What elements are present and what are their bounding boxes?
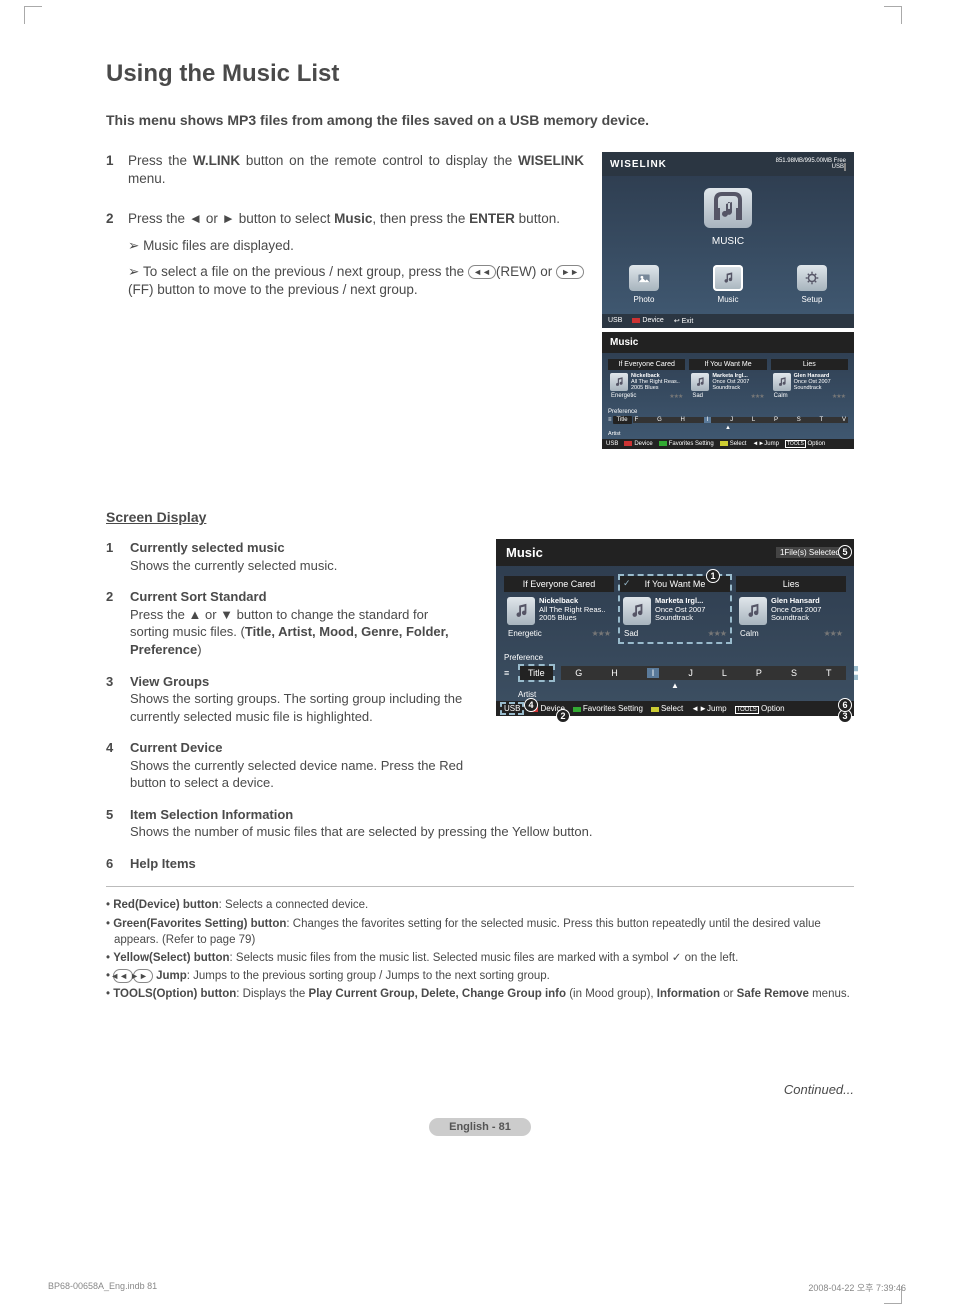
callout-2: 2: [556, 709, 570, 723]
green-swatch-icon: [573, 707, 581, 712]
letter-bar[interactable]: GHIJLPST: [561, 666, 846, 680]
music-title: Music: [602, 332, 854, 353]
device-chip: USB: [502, 704, 522, 713]
note-icon: [610, 373, 628, 391]
usb-bar-icon: [844, 163, 846, 171]
note-icon: [507, 597, 535, 625]
star-icon: ★★★: [751, 393, 764, 400]
note-icon: [739, 597, 767, 625]
foot-usb: USB: [606, 441, 618, 447]
red-swatch-icon: [624, 441, 632, 446]
help-items-box: • Red(Device) button: Selects a connecte…: [106, 886, 854, 1002]
manual-page: Using the Music List This menu shows MP3…: [0, 0, 954, 1310]
star-icon: ★★★: [669, 393, 682, 400]
page-number-pill: English - 81: [429, 1118, 531, 1136]
rew-icon: ◄◄: [468, 265, 496, 279]
note-icon: [773, 373, 791, 391]
cat-setup[interactable]: Setup: [797, 265, 827, 304]
yellow-swatch-icon: [720, 441, 728, 446]
page-subtitle: This menu shows MP3 files from among the…: [106, 112, 854, 128]
yellow-swatch-icon: [651, 707, 659, 712]
track-card[interactable]: If You Want Me Marketa Irgl...Once Ost 2…: [689, 359, 766, 403]
track-card-selected[interactable]: ✓If You Want MeMarketa Irgl...Once Ost 2…: [620, 576, 730, 642]
cat-photo[interactable]: Photo: [629, 265, 659, 304]
list-icon: ≡: [504, 668, 516, 678]
music-icon: [713, 265, 743, 291]
sort-chip[interactable]: Title: [520, 666, 553, 680]
letter-bar[interactable]: FGHIJLPSTV: [633, 417, 848, 423]
sort-chip[interactable]: Title: [613, 416, 632, 424]
page-title: Using the Music List: [106, 60, 854, 88]
continued-text: Continued...: [106, 1082, 854, 1097]
screen-display-heading: Screen Display: [106, 509, 854, 525]
track-card[interactable]: Lies Glen HansardOnce Ost 2007 Soundtrac…: [771, 359, 848, 403]
note-icon: [623, 597, 651, 625]
check-icon: ✓: [623, 578, 631, 589]
up-arrow-icon: ▲: [496, 682, 854, 690]
track-card[interactable]: If Everyone Cared NickelbackAll The Righ…: [608, 359, 685, 403]
red-swatch-icon: [632, 318, 640, 323]
music-panel-small: Music If Everyone Cared NickelbackAll Th…: [602, 332, 854, 449]
print-footer: BP68-00658A_Eng.indb 81 2008-04-22 오후 7:…: [48, 1281, 906, 1294]
step-2: 2 Press the ◄ or ► button to select Musi…: [106, 210, 584, 299]
music-title: Music: [506, 545, 543, 560]
foot-usb: USB: [608, 317, 622, 325]
crop-mark: [884, 6, 902, 24]
ff-icon: ►►: [556, 265, 584, 279]
wiselink-big-label: MUSIC: [602, 236, 854, 247]
crop-mark: [24, 6, 42, 24]
photo-icon: [629, 265, 659, 291]
cat-music[interactable]: Music: [713, 265, 743, 304]
music-panel-annotated: Music1File(s) Selected If Everyone Cared…: [496, 539, 854, 716]
step-1: 1 Press the W.LINK button on the remote …: [106, 152, 584, 188]
note-icon: [691, 373, 709, 391]
selection-count: 1File(s) Selected: [776, 547, 844, 558]
green-swatch-icon: [659, 441, 667, 446]
music-large-icon: [704, 188, 752, 228]
ff-icon: ►►: [133, 969, 153, 983]
star-icon: ★★★: [832, 393, 845, 400]
wiselink-panel: WISELINK 851.98MB/995.00MB Free USB: [602, 152, 854, 328]
gear-icon: [797, 265, 827, 291]
wiselink-title: WISELINK: [610, 159, 667, 170]
